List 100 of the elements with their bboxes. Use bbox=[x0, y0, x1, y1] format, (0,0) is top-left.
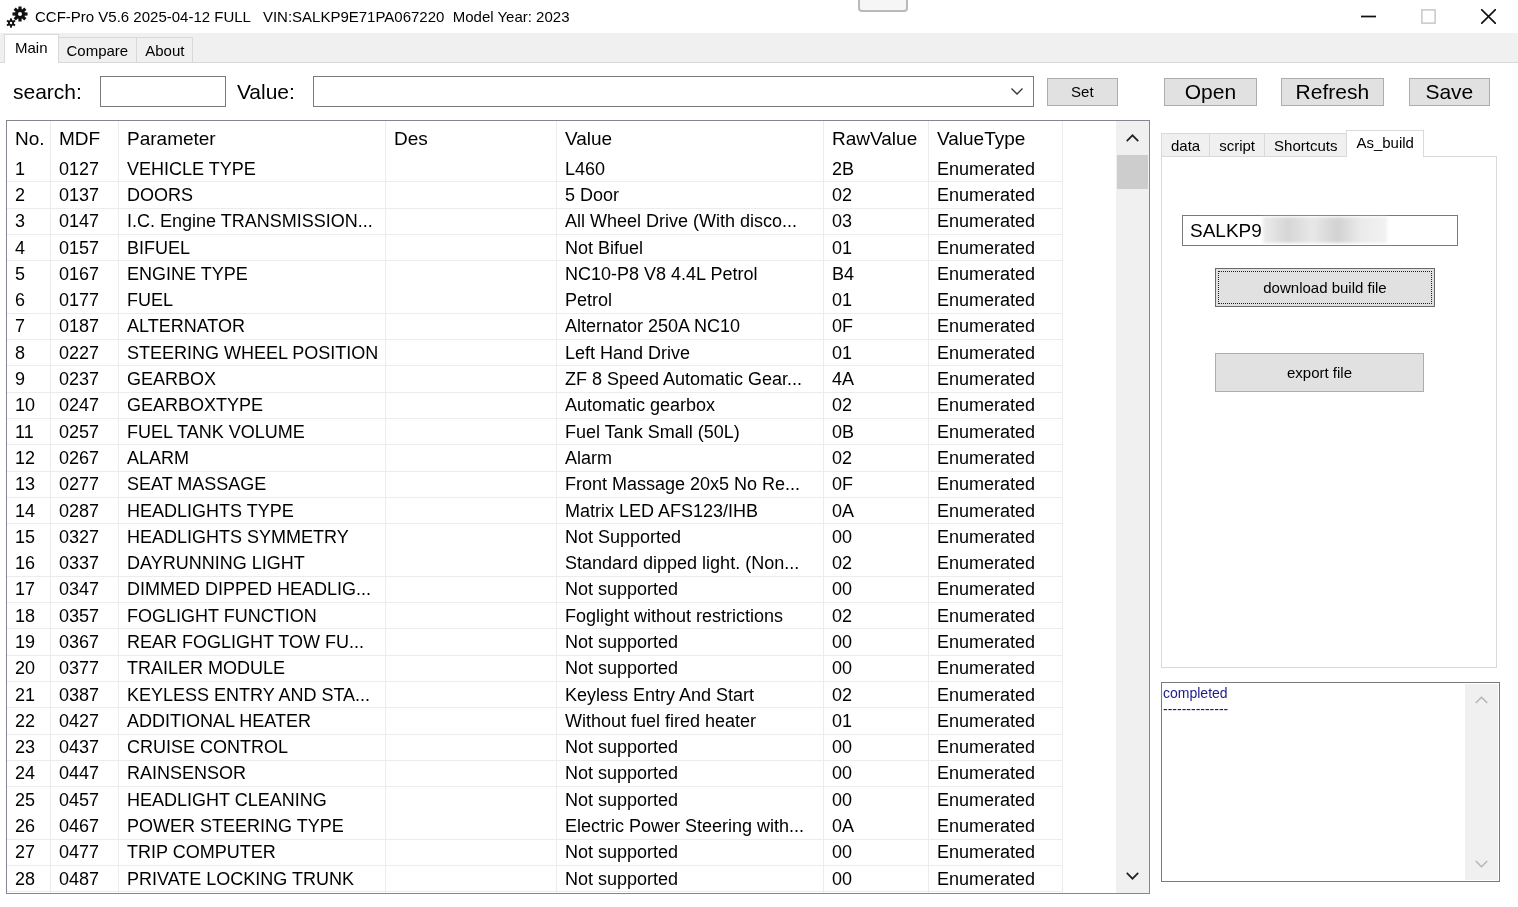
vertical-scrollbar[interactable] bbox=[1116, 121, 1149, 893]
main-tab[interactable]: Compare bbox=[57, 37, 138, 62]
table-cell: 2 bbox=[15, 184, 25, 206]
action-button[interactable]: download build file bbox=[1215, 268, 1435, 307]
panel-tab[interactable]: Shortcuts bbox=[1264, 133, 1348, 156]
table-cell: HEADLIGHTS SYMMETRY bbox=[127, 526, 349, 548]
table-cell: TRAILER MODULE bbox=[127, 658, 286, 680]
table-cell: 01 bbox=[832, 710, 853, 732]
action-button[interactable]: export file bbox=[1215, 353, 1424, 392]
table-cell: 03 bbox=[832, 211, 853, 233]
table-cell: PRIVATE LOCKING TRUNK bbox=[127, 868, 355, 890]
column-header[interactable]: Parameter bbox=[127, 127, 216, 150]
table-cell: 02 bbox=[832, 184, 853, 206]
panel-tab[interactable]: script bbox=[1209, 133, 1266, 156]
table-cell: 0367 bbox=[59, 632, 100, 653]
table-cell: 0257 bbox=[59, 421, 100, 443]
table-cell: ADDITIONAL HEATER bbox=[127, 710, 312, 732]
table-cell: Enumerated bbox=[937, 737, 1036, 759]
search-field[interactable] bbox=[99, 76, 226, 107]
table-cell: 23 bbox=[15, 737, 36, 759]
table-cell: Not supported bbox=[565, 737, 679, 759]
maximize-icon bbox=[1420, 9, 1436, 24]
main-tab[interactable]: About bbox=[136, 37, 194, 62]
column-header[interactable]: MDF bbox=[59, 127, 101, 150]
table-cell: Front Massage 20x5 No Re... bbox=[565, 474, 801, 496]
table-cell: 20 bbox=[15, 658, 36, 680]
table-cell: FUEL bbox=[127, 290, 173, 312]
toolbar-button[interactable]: Refresh bbox=[1280, 77, 1384, 106]
table-cell: 0167 bbox=[59, 263, 100, 285]
table-cell: 14 bbox=[15, 500, 36, 522]
column-header[interactable]: Des bbox=[394, 127, 428, 150]
table-cell: 15 bbox=[15, 526, 36, 548]
set-button[interactable]: Set bbox=[1046, 77, 1118, 106]
table-cell: 00 bbox=[832, 842, 853, 864]
table-cell: 0137 bbox=[59, 184, 100, 206]
table-cell: 0457 bbox=[59, 789, 100, 811]
column-header[interactable]: ValueType bbox=[937, 127, 1026, 150]
panel-tab[interactable]: data bbox=[1161, 133, 1211, 156]
column-header[interactable]: RawValue bbox=[832, 127, 918, 150]
toolbar-button[interactable]: Open bbox=[1163, 77, 1257, 106]
table-cell: 0467 bbox=[59, 816, 100, 838]
table-cell: Enumerated bbox=[937, 237, 1036, 259]
table-cell: 9 bbox=[15, 369, 25, 390]
table-cell: Enumerated bbox=[937, 579, 1036, 601]
table-cell: 01 bbox=[832, 237, 853, 259]
table-cell: 18 bbox=[15, 605, 36, 627]
table-cell: 0357 bbox=[59, 605, 100, 627]
vin-field[interactable]: SALKP9 bbox=[1182, 215, 1458, 246]
table-cell: 16 bbox=[15, 553, 36, 575]
table-cell: Not supported bbox=[565, 658, 679, 680]
table-cell: 0F bbox=[832, 474, 853, 496]
table-cell: 0327 bbox=[59, 526, 100, 548]
table-cell: 0447 bbox=[59, 763, 100, 785]
table-cell: 5 bbox=[15, 263, 25, 285]
column-header[interactable]: Value bbox=[565, 127, 613, 150]
table-cell: Enumerated bbox=[937, 789, 1036, 811]
table-cell: 00 bbox=[832, 526, 853, 548]
log-box[interactable]: completed -------------- bbox=[1161, 682, 1500, 882]
table-cell: Enumerated bbox=[937, 710, 1036, 732]
table-cell: 00 bbox=[832, 868, 853, 890]
table-cell: 00 bbox=[832, 737, 853, 759]
table-cell: Enumerated bbox=[937, 447, 1036, 469]
table-cell: 0277 bbox=[59, 474, 100, 496]
toolbar-button[interactable]: Save bbox=[1408, 77, 1490, 106]
table-cell: Enumerated bbox=[937, 184, 1036, 206]
table-cell: Enumerated bbox=[937, 316, 1036, 338]
table-cell: Electric Power Steering with... bbox=[565, 816, 805, 838]
table-cell: GEARBOXTYPE bbox=[127, 395, 264, 417]
scroll-up-icon[interactable] bbox=[1126, 134, 1139, 142]
scroll-down-icon[interactable] bbox=[1126, 872, 1139, 880]
table-cell: 2B bbox=[832, 158, 855, 180]
table-cell: Foglight without restrictions bbox=[565, 605, 784, 627]
drag-handle[interactable] bbox=[858, 0, 908, 12]
close-icon bbox=[1480, 9, 1496, 24]
table-cell: Enumerated bbox=[937, 868, 1036, 890]
table-cell: Enumerated bbox=[937, 369, 1036, 390]
table-cell: VEHICLE TYPE bbox=[127, 158, 256, 180]
value-dropdown[interactable] bbox=[312, 76, 1034, 107]
table-cell: 0477 bbox=[59, 842, 100, 864]
table-cell: Enumerated bbox=[937, 553, 1036, 575]
table-cell: ALTERNATOR bbox=[127, 316, 246, 338]
table-cell: Not supported bbox=[565, 842, 679, 864]
scrollbar-thumb[interactable] bbox=[1117, 155, 1148, 189]
table-cell: Not supported bbox=[565, 632, 679, 653]
log-line: -------------- bbox=[1163, 701, 1229, 717]
table-cell: 0267 bbox=[59, 447, 100, 469]
table-cell: 0187 bbox=[59, 316, 100, 338]
column-header[interactable]: No. bbox=[15, 127, 45, 150]
table-cell: 0177 bbox=[59, 290, 100, 312]
table-cell: Enumerated bbox=[937, 684, 1036, 706]
panel-tab[interactable]: As_build bbox=[1346, 130, 1424, 157]
table-cell: Not supported bbox=[565, 579, 679, 601]
main-tab[interactable]: Main bbox=[4, 34, 59, 63]
table-cell: 26 bbox=[15, 816, 36, 838]
table-cell: Without fuel fired heater bbox=[565, 710, 757, 732]
table-cell: Automatic gearbox bbox=[565, 395, 716, 417]
table-cell: 0F bbox=[832, 316, 853, 338]
table-cell: Enumerated bbox=[937, 158, 1036, 180]
table-cell: 0337 bbox=[59, 553, 100, 575]
table-cell: 0347 bbox=[59, 579, 100, 601]
